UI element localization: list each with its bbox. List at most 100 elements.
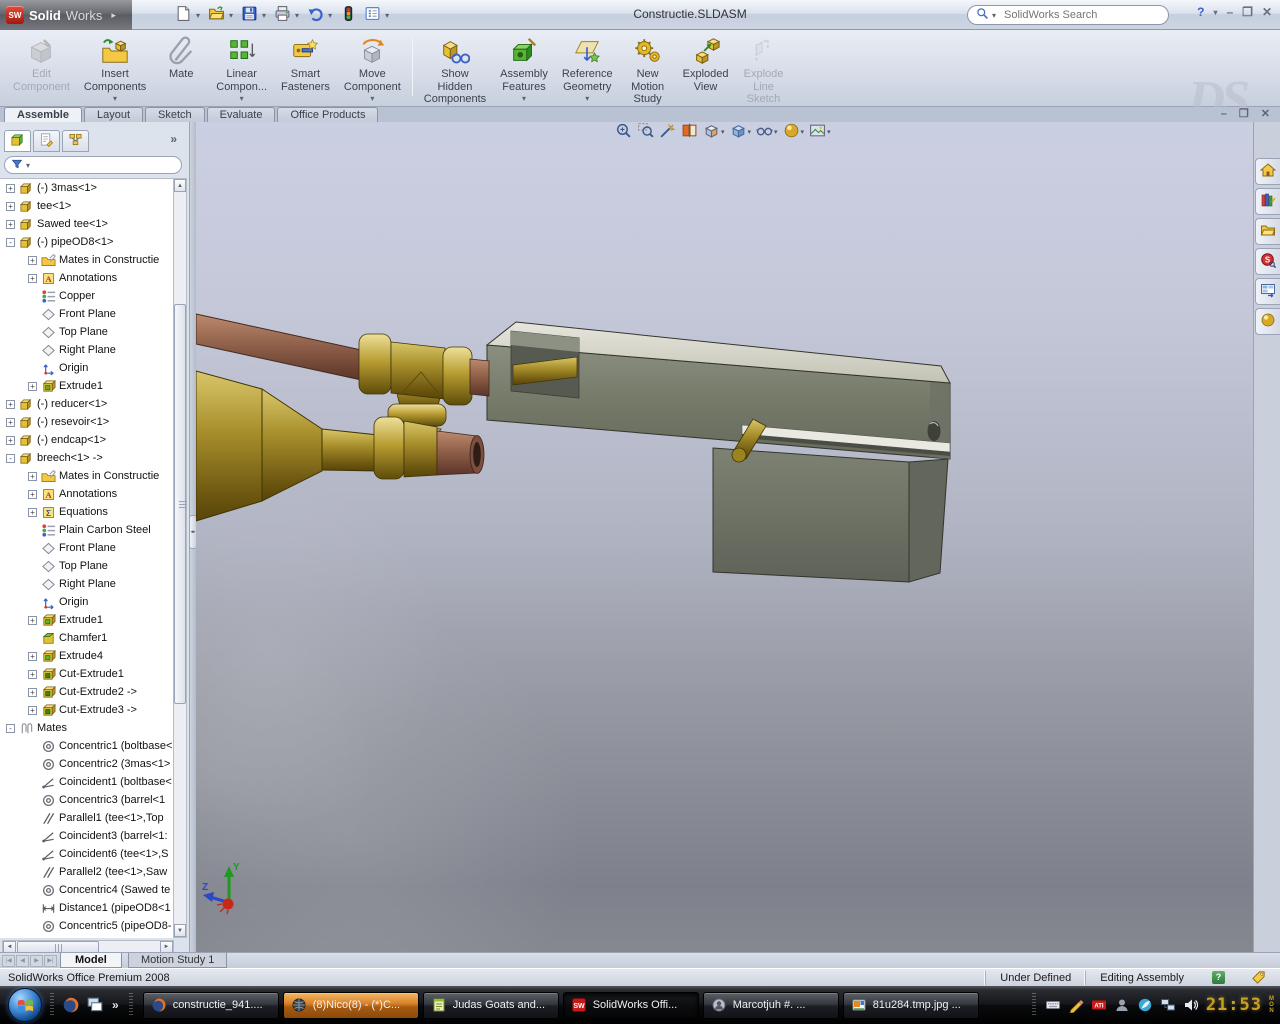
headsup-magic-wand-button[interactable]: [658, 122, 677, 143]
expand-toggle[interactable]: +: [28, 616, 37, 625]
tab-scroll-prev-button[interactable]: ◀: [16, 955, 29, 967]
tray-grip[interactable]: [1032, 993, 1036, 1017]
headsup-appearances-button[interactable]: ▾: [782, 122, 806, 143]
taskbar-task-voice[interactable]: Marcotjuh #. ...: [703, 992, 839, 1019]
help-caret-icon[interactable]: ▾: [1213, 8, 1217, 17]
tree-item[interactable]: Concentric4 (Sawed te: [0, 881, 174, 899]
tab-scroll-first-button[interactable]: |◀: [2, 955, 15, 967]
tree-item[interactable]: Coincident3 (barrel<1:: [0, 827, 174, 845]
tree-item[interactable]: Distance1 (pipeOD8<1: [0, 899, 174, 917]
tags-icon[interactable]: [1251, 970, 1266, 985]
tree-item[interactable]: -Mates: [0, 719, 174, 737]
expand-toggle[interactable]: +: [6, 202, 15, 211]
open-document-button[interactable]: [205, 4, 227, 26]
tree-item[interactable]: Origin: [0, 359, 174, 377]
taskbar-grip[interactable]: [129, 993, 133, 1017]
expand-toggle[interactable]: +: [28, 490, 37, 499]
tree-item[interactable]: +Extrude1: [0, 611, 174, 629]
tree-item[interactable]: -(-) pipeOD8<1>: [0, 233, 174, 251]
expand-toggle[interactable]: +: [28, 382, 37, 391]
minimize-button[interactable]: –: [1226, 5, 1233, 19]
task-pane-tab-solidworks-search[interactable]: S: [1255, 248, 1280, 275]
dropdown-caret-icon[interactable]: ▾: [827, 128, 831, 136]
tree-item[interactable]: +Extrude1: [0, 377, 174, 395]
tree-item[interactable]: +Sawed tee<1>: [0, 215, 174, 233]
dropdown-caret-icon[interactable]: ▾: [801, 128, 805, 136]
headsup-display-style-button[interactable]: ▾: [729, 122, 753, 143]
tab-model[interactable]: Model: [60, 953, 122, 968]
tree-item[interactable]: Front Plane: [0, 305, 174, 323]
brand-expand-arrow-icon[interactable]: ▸: [111, 10, 116, 21]
tab-office-products[interactable]: Office Products: [277, 107, 378, 122]
expand-toggle[interactable]: +: [6, 220, 15, 229]
print-caret-icon[interactable]: ▾: [295, 11, 299, 20]
tree-item[interactable]: +tee<1>: [0, 197, 174, 215]
expand-toggle[interactable]: +: [28, 706, 37, 715]
tree-item[interactable]: +Mates in Constructie: [0, 251, 174, 269]
command-show-hidden-components[interactable]: ShowHiddenComponents: [417, 32, 493, 106]
task-pane-tab-solidworks-resources[interactable]: [1255, 158, 1280, 185]
tree-item[interactable]: +(-) resevoir<1>: [0, 413, 174, 431]
tree-item[interactable]: Parallel2 (tee<1>,Saw: [0, 863, 174, 881]
tab-scroll-next-button[interactable]: ▶: [30, 955, 43, 967]
command-smart-fasteners[interactable]: SmartFasteners: [274, 32, 337, 93]
tray-ati-icon[interactable]: ATI: [1091, 997, 1107, 1013]
close-button[interactable]: ✕: [1262, 5, 1272, 19]
document-minimize-button[interactable]: –: [1221, 107, 1227, 122]
quick-launch-show-desktop[interactable]: [86, 996, 104, 1014]
start-button[interactable]: [8, 988, 42, 1022]
expand-toggle[interactable]: +: [28, 652, 37, 661]
expand-toggle[interactable]: +: [28, 508, 37, 517]
help-button[interactable]: ?: [1197, 5, 1204, 19]
task-pane-tab-appearances[interactable]: [1255, 308, 1280, 335]
scroll-down-arrow[interactable]: ▼: [174, 924, 186, 937]
rebuild-button[interactable]: [337, 4, 359, 26]
task-pane-tab-design-library[interactable]: [1255, 188, 1280, 215]
taskbar-task-solidworks[interactable]: SWSolidWorks Offi...: [563, 992, 699, 1019]
tree-item[interactable]: Plain Carbon Steel: [0, 521, 174, 539]
options-caret-icon[interactable]: ▾: [385, 11, 389, 20]
expand-toggle[interactable]: +: [28, 688, 37, 697]
tree-item[interactable]: Concentric1 (boltbase<: [0, 737, 174, 755]
headsup-view-orientation-button[interactable]: ▾: [702, 122, 726, 143]
options-button[interactable]: [361, 4, 383, 26]
panel-tab-configuration-manager[interactable]: [62, 130, 89, 152]
tray-volume-icon[interactable]: [1183, 997, 1199, 1013]
quick-launch-firefox[interactable]: [62, 996, 80, 1014]
tree-item[interactable]: Coincident1 (boltbase<: [0, 773, 174, 791]
tree-item[interactable]: +Mates in Constructie: [0, 467, 174, 485]
tree-item[interactable]: Concentric5 (pipeOD8-: [0, 917, 174, 935]
undo-caret-icon[interactable]: ▾: [328, 11, 332, 20]
tab-evaluate[interactable]: Evaluate: [207, 107, 276, 122]
expand-toggle[interactable]: +: [6, 418, 15, 427]
headsup-hide-show-items-button[interactable]: ▾: [755, 122, 779, 143]
dropdown-caret-icon[interactable]: ▾: [240, 94, 244, 103]
tree-item[interactable]: +Cut-Extrude1: [0, 665, 174, 683]
taskbar-task-chat-globe[interactable]: (8)Nico(8) - (*)C...: [283, 992, 419, 1019]
graphics-viewport[interactable]: ▾▾▾▾▾ Y Z: [196, 122, 1253, 952]
dropdown-caret-icon[interactable]: ▾: [522, 94, 526, 103]
tree-item[interactable]: +Cut-Extrude3 ->: [0, 701, 174, 719]
tree-item[interactable]: Right Plane: [0, 575, 174, 593]
tree-item[interactable]: Coincident6 (tee<1>,S: [0, 845, 174, 863]
headsup-scene-button[interactable]: ▾: [808, 122, 832, 143]
taskbar-task-firefox[interactable]: constructie_941....: [143, 992, 279, 1019]
command-exploded-view[interactable]: ExplodedView: [676, 32, 736, 93]
command-insert-components[interactable]: InsertComponents▾: [77, 32, 153, 103]
tree-item[interactable]: Right Plane: [0, 341, 174, 359]
tree-item[interactable]: -breech<1> ->: [0, 449, 174, 467]
tab-layout[interactable]: Layout: [84, 107, 143, 122]
tree-item[interactable]: Concentric3 (barrel<1: [0, 791, 174, 809]
dropdown-caret-icon[interactable]: ▾: [774, 128, 778, 136]
tree-item[interactable]: Concentric2 (3mas<1>: [0, 755, 174, 773]
tab-scroll-last-button[interactable]: ▶|: [44, 955, 57, 967]
tree-filter[interactable]: ▾: [4, 156, 182, 174]
panel-tab-property-manager[interactable]: [33, 130, 60, 152]
tree-item[interactable]: +(-) reducer<1>: [0, 395, 174, 413]
save-button[interactable]: [238, 4, 260, 26]
scroll-thumb[interactable]: [174, 304, 186, 704]
tree-item[interactable]: Parallel1 (tee<1>,Top: [0, 809, 174, 827]
new-document-button[interactable]: [172, 4, 194, 26]
tray-pencil-icon[interactable]: [1068, 997, 1084, 1013]
tree-vertical-scrollbar[interactable]: ▲ ▼: [173, 178, 187, 938]
